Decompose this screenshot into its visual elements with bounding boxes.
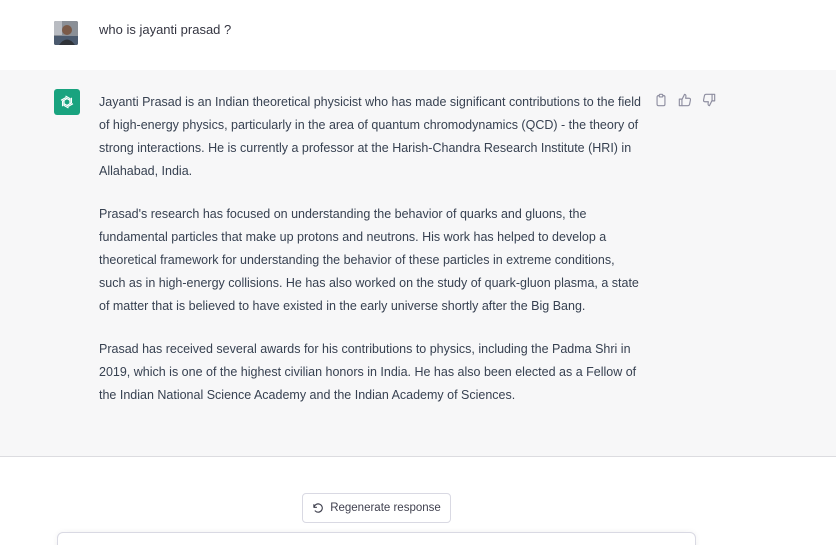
thumbs-up-icon: [678, 93, 692, 107]
assistant-avatar: [54, 89, 80, 115]
answer-paragraph: Prasad has received several awards for h…: [99, 342, 637, 402]
thumbs-up-button[interactable]: [676, 91, 694, 109]
openai-logo-icon: [60, 95, 74, 109]
thumbs-down-icon: [702, 93, 716, 107]
user-photo-icon: [54, 21, 78, 45]
assistant-message-row: Jayanti Prasad is an Indian theoretical …: [0, 70, 836, 457]
user-avatar: [54, 21, 78, 45]
message-actions: [652, 91, 718, 109]
message-input-box[interactable]: [57, 532, 696, 545]
chat-page: who is jayanti prasad ? Jayanti Prasad i…: [0, 0, 836, 545]
user-message-row: who is jayanti prasad ?: [0, 0, 836, 71]
copy-button[interactable]: [652, 91, 670, 109]
assistant-message-body: Jayanti Prasad is an Indian theoretical …: [99, 91, 644, 427]
answer-paragraph: Jayanti Prasad is an Indian theoretical …: [99, 95, 641, 178]
regenerate-label: Regenerate response: [330, 502, 441, 514]
user-message-text: who is jayanti prasad ?: [99, 22, 232, 37]
refresh-icon: [313, 503, 324, 513]
clipboard-icon: [656, 93, 666, 107]
answer-paragraph: Prasad's research has focused on underst…: [99, 207, 639, 313]
thumbs-down-button[interactable]: [700, 91, 718, 109]
regenerate-response-button[interactable]: Regenerate response: [302, 493, 451, 523]
